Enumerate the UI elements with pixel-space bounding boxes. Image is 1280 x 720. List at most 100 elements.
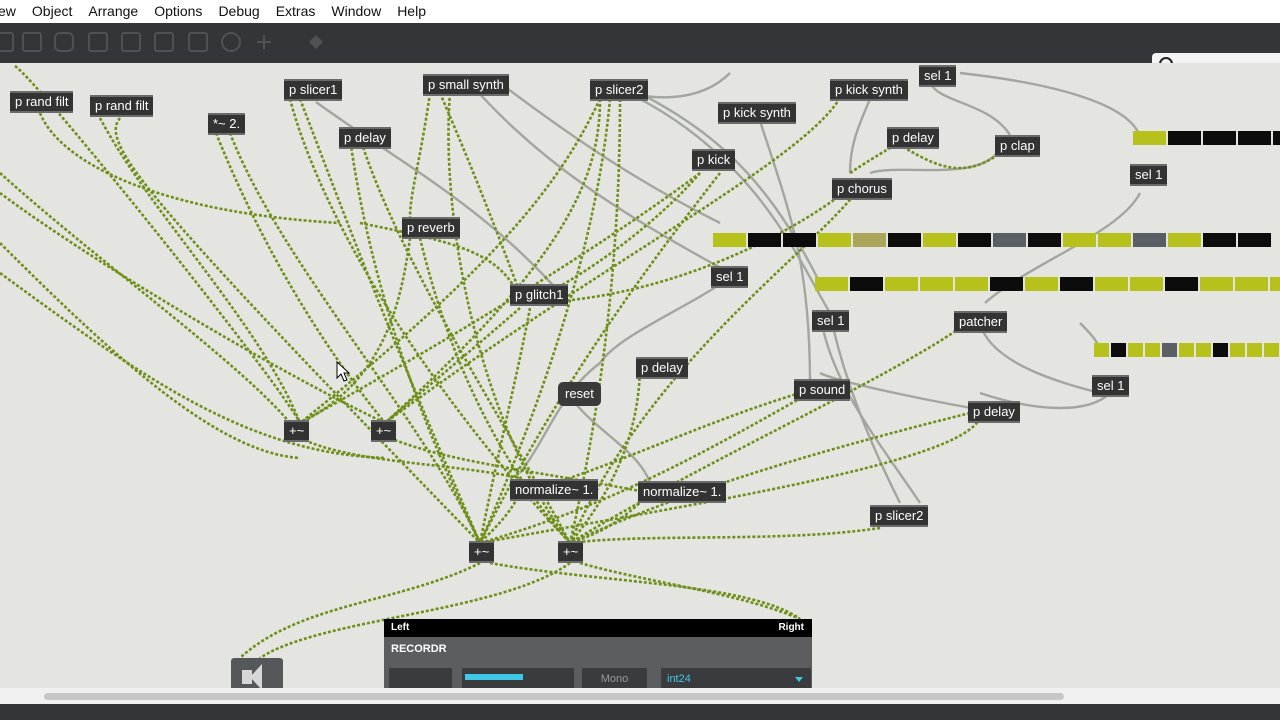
sequencer-step[interactable] xyxy=(990,277,1023,291)
object-normalize-1[interactable]: normalize~ 1. xyxy=(510,479,599,501)
play-icon[interactable] xyxy=(154,32,174,52)
object-sel-1-mid[interactable]: sel 1 xyxy=(711,266,749,288)
add-icon[interactable] xyxy=(254,32,274,52)
snapshot-icon[interactable] xyxy=(121,32,141,52)
object-plus-d[interactable]: +~ xyxy=(558,541,584,563)
sequencer-step[interactable] xyxy=(1235,277,1268,291)
sequencer-step[interactable] xyxy=(1133,131,1166,145)
sequencer-step[interactable] xyxy=(955,277,988,291)
sequencer-step[interactable] xyxy=(818,233,851,247)
sequencer-step[interactable] xyxy=(1200,277,1233,291)
object-p-delay-1[interactable]: p delay xyxy=(339,127,391,149)
sequencer-step[interactable] xyxy=(1025,277,1058,291)
step-sequencer-3[interactable] xyxy=(815,277,1280,291)
menu-options[interactable]: Options xyxy=(146,0,210,23)
object-p-kick[interactable]: p kick xyxy=(692,149,736,171)
menu-object[interactable]: Object xyxy=(24,0,80,23)
sequencer-step[interactable] xyxy=(1238,233,1271,247)
sequencer-step[interactable] xyxy=(1028,233,1061,247)
sequencer-step[interactable] xyxy=(1179,343,1194,357)
sequencer-step[interactable] xyxy=(1203,131,1236,145)
sequencer-step[interactable] xyxy=(1128,343,1143,357)
mono-button[interactable]: Mono xyxy=(582,668,647,688)
sequencer-step[interactable] xyxy=(920,277,953,291)
sequencer-step[interactable] xyxy=(748,233,781,247)
sequencer-step[interactable] xyxy=(1130,277,1163,291)
sequencer-step[interactable] xyxy=(1098,233,1131,247)
scrollbar-thumb[interactable] xyxy=(44,693,1064,700)
sequencer-step[interactable] xyxy=(1165,277,1198,291)
object-patcher[interactable]: patcher xyxy=(954,311,1008,333)
step-sequencer-4[interactable] xyxy=(1094,343,1279,357)
object-p-slicer2-top[interactable]: p slicer2 xyxy=(590,79,649,101)
sequencer-step[interactable] xyxy=(815,277,848,291)
sequencer-step[interactable] xyxy=(1060,277,1093,291)
sequencer-step[interactable] xyxy=(1162,343,1177,357)
object-p-slicer2-bottom[interactable]: p slicer2 xyxy=(870,505,929,527)
sequencer-step[interactable] xyxy=(1270,277,1280,291)
object-sel-1-top[interactable]: sel 1 xyxy=(919,65,957,87)
sequencer-step[interactable] xyxy=(1094,343,1109,357)
step-sequencer-2[interactable] xyxy=(713,233,1271,247)
object-sel-1-right[interactable]: sel 1 xyxy=(1130,164,1168,186)
sequencer-step[interactable] xyxy=(1238,131,1271,145)
sequencer-step[interactable] xyxy=(888,233,921,247)
speaker-icon[interactable] xyxy=(231,658,283,688)
object-normalize-2[interactable]: normalize~ 1. xyxy=(638,481,727,503)
sequencer-step[interactable] xyxy=(1213,343,1228,357)
object-plus-a[interactable]: +~ xyxy=(284,420,310,442)
object-sel-1-far[interactable]: sel 1 xyxy=(1092,375,1130,397)
sequencer-step[interactable] xyxy=(1168,131,1201,145)
presentation-icon[interactable] xyxy=(22,32,42,52)
object-p-reverb[interactable]: p reverb xyxy=(402,217,460,239)
object-plus-b[interactable]: +~ xyxy=(371,420,397,442)
sequencer-step[interactable] xyxy=(853,233,886,247)
menu-help[interactable]: Help xyxy=(389,0,434,23)
object-p-rand-filt-2[interactable]: p rand filt xyxy=(90,95,154,117)
sequencer-step[interactable] xyxy=(958,233,991,247)
sequencer-step[interactable] xyxy=(1264,343,1279,357)
sequencer-step[interactable] xyxy=(993,233,1026,247)
sequencer-step[interactable] xyxy=(783,233,816,247)
sequencer-step[interactable] xyxy=(713,233,746,247)
horizontal-scrollbar[interactable] xyxy=(0,688,1280,704)
sequencer-step[interactable] xyxy=(1247,343,1262,357)
object-plus-c[interactable]: +~ xyxy=(469,541,495,563)
recordr-panel[interactable]: Left Right RECORDR Mono int24 xyxy=(384,619,812,688)
object-mul-2[interactable]: *~ 2. xyxy=(208,113,246,135)
sequencer-step[interactable] xyxy=(1203,233,1236,247)
paint-icon[interactable] xyxy=(306,32,326,52)
lock-icon[interactable] xyxy=(0,32,14,52)
sequencer-step[interactable] xyxy=(1133,233,1166,247)
dial-icon[interactable] xyxy=(221,32,241,52)
object-p-slicer1[interactable]: p slicer1 xyxy=(284,79,343,101)
object-p-clap[interactable]: p clap xyxy=(995,135,1040,157)
sequencer-step[interactable] xyxy=(1095,277,1128,291)
sequencer-step[interactable] xyxy=(1168,233,1201,247)
object-sel-1-b[interactable]: sel 1 xyxy=(812,310,850,332)
sequencer-step[interactable] xyxy=(885,277,918,291)
object-p-chorus[interactable]: p chorus xyxy=(832,178,892,200)
object-p-delay-3[interactable]: p delay xyxy=(636,357,688,379)
sequencer-step[interactable] xyxy=(923,233,956,247)
object-p-delay-4[interactable]: p delay xyxy=(968,401,1020,423)
object-p-small-synth[interactable]: p small synth xyxy=(423,74,509,96)
sequencer-step[interactable] xyxy=(850,277,883,291)
comment-icon[interactable] xyxy=(54,32,74,52)
menu-debug[interactable]: Debug xyxy=(210,0,267,23)
object-p-rand-filt-1[interactable]: p rand filt xyxy=(10,91,74,113)
menu-extras[interactable]: Extras xyxy=(268,0,324,23)
sequencer-step[interactable] xyxy=(1063,233,1096,247)
sequencer-step[interactable] xyxy=(1273,131,1280,145)
object-p-kick-synth-2[interactable]: p kick synth xyxy=(830,79,908,101)
step-sequencer-1[interactable] xyxy=(1133,131,1280,145)
delete-icon[interactable] xyxy=(88,32,108,52)
object-p-sound[interactable]: p sound xyxy=(794,379,851,401)
sequencer-step[interactable] xyxy=(1196,343,1211,357)
sequencer-step[interactable] xyxy=(1111,343,1126,357)
menu-view[interactable]: ew xyxy=(0,0,24,23)
object-p-delay-2[interactable]: p delay xyxy=(887,127,939,149)
record-button[interactable] xyxy=(389,668,452,688)
reset-message[interactable]: reset xyxy=(558,382,601,406)
sequencer-step[interactable] xyxy=(1230,343,1245,357)
